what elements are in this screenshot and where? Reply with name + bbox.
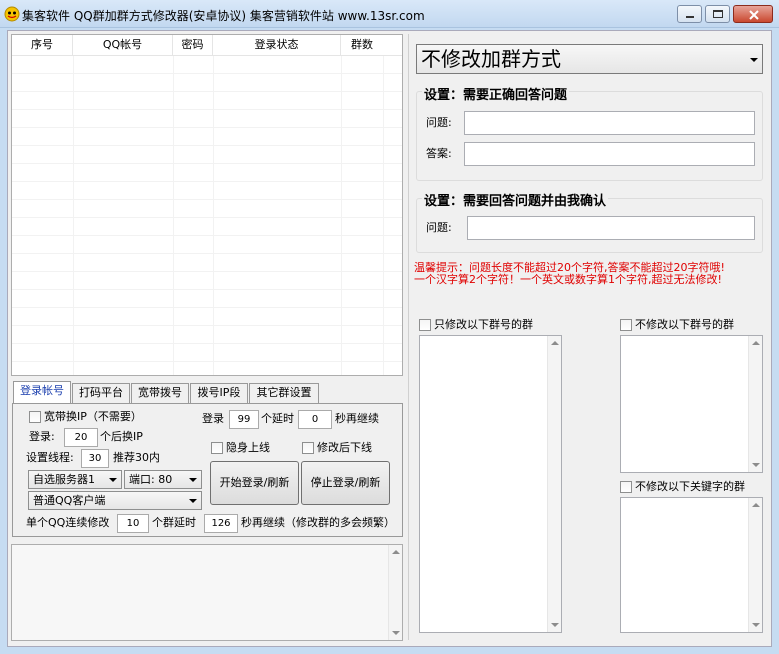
scroll-up-icon[interactable] xyxy=(752,341,760,345)
minimize-button[interactable] xyxy=(677,5,702,23)
thread-label: 设置线程: xyxy=(26,451,74,464)
column-header[interactable]: 密码 xyxy=(173,35,213,55)
scroll-up-icon[interactable] xyxy=(752,503,760,507)
only-modify-scrollbar[interactable] xyxy=(547,336,561,632)
close-button[interactable] xyxy=(733,5,773,23)
stealth-online-checkbox[interactable] xyxy=(211,442,223,454)
tab-other-group-settings[interactable]: 其它群设置 xyxy=(249,383,319,403)
login-delay-suffix: 秒再继续 xyxy=(335,412,379,425)
stop-login-button[interactable]: 停止登录/刷新 xyxy=(301,461,390,505)
server-select-value: 自选服务器1 xyxy=(33,473,95,486)
port-select[interactable]: 端口: 80 xyxy=(124,470,202,489)
per-qq-prefix: 单个QQ连续修改 xyxy=(26,516,110,529)
join-mode-select-value: 不修改加群方式 xyxy=(421,47,561,71)
confirm-question-label: 问题: xyxy=(426,221,452,234)
scroll-down-icon[interactable] xyxy=(392,631,400,635)
column-header[interactable]: 登录状态 xyxy=(213,35,341,55)
table-body[interactable] xyxy=(12,56,402,375)
client-type-select[interactable]: 普通QQ客户端 xyxy=(28,491,202,510)
per-qq-delay-input[interactable]: 126 xyxy=(204,514,238,533)
question-field[interactable] xyxy=(464,111,755,135)
app-logo-icon xyxy=(4,6,20,22)
scroll-down-icon[interactable] xyxy=(752,623,760,627)
port-select-value: 端口: 80 xyxy=(129,473,173,486)
thread-hint: 推荐30内 xyxy=(113,451,160,464)
only-modify-list[interactable] xyxy=(419,335,562,633)
minimize-icon xyxy=(686,16,694,18)
close-icon xyxy=(749,10,759,20)
answer-label: 答案: xyxy=(426,147,452,160)
broadband-ip-label: 宽带换IP（不需要） xyxy=(44,410,142,423)
exclude-groups-label: 不修改以下群号的群 xyxy=(635,318,734,331)
login-delay-label: 个延时 xyxy=(261,412,294,425)
answer-question-title: 设置：需要正确回答问题 xyxy=(422,84,570,103)
server-select[interactable]: 自选服务器1 xyxy=(28,470,122,489)
chevron-down-icon xyxy=(750,58,758,62)
per-qq-mid-label: 个群延时 xyxy=(152,516,196,529)
maximize-icon xyxy=(713,10,723,18)
logout-after-checkbox[interactable] xyxy=(302,442,314,454)
exclude-keyword-label: 不修改以下关键字的群 xyxy=(635,480,745,493)
thread-count-input[interactable]: 30 xyxy=(81,449,109,468)
account-table[interactable]: 序号 QQ帐号 密码 登录状态 群数 xyxy=(11,34,403,376)
confirm-question-field[interactable] xyxy=(467,216,755,240)
exclude-groups-list[interactable] xyxy=(620,335,763,473)
login-prefix-label: 登录 xyxy=(202,412,224,425)
scroll-up-icon[interactable] xyxy=(551,341,559,345)
warning-line-2: 一个汉字算2个字符！一个英文或数字算1个字符,超过无法修改! xyxy=(414,273,722,286)
tab-dial-ip-range[interactable]: 拨号IP段 xyxy=(190,383,248,403)
confirm-question-title: 设置：需要回答问题并由我确认 xyxy=(422,190,609,209)
maximize-button[interactable] xyxy=(705,5,730,23)
column-header[interactable]: 序号 xyxy=(12,35,73,55)
title-bar[interactable]: 集客软件 QQ群加群方式修改器(安卓协议) 集客营销软件站 www.13sr.c… xyxy=(0,0,779,28)
start-login-button[interactable]: 开始登录/刷新 xyxy=(210,461,299,505)
per-qq-count-input[interactable]: 10 xyxy=(117,514,149,533)
login-delay-input[interactable]: 0 xyxy=(298,410,332,429)
table-header: 序号 QQ帐号 密码 登录状态 群数 xyxy=(12,35,402,56)
answer-question-group xyxy=(416,91,763,181)
switch-ip-suffix: 个后换IP xyxy=(100,430,143,443)
scroll-down-icon[interactable] xyxy=(551,623,559,627)
exclude-groups-checkbox[interactable] xyxy=(620,319,632,331)
question-label: 问题: xyxy=(426,116,452,129)
switch-ip-count-input[interactable]: 20 xyxy=(64,428,98,447)
tab-broadband-dial[interactable]: 宽带拨号 xyxy=(131,383,189,403)
broadband-ip-checkbox[interactable] xyxy=(29,411,41,423)
exclude-keyword-list[interactable] xyxy=(620,497,763,633)
client-type-select-value: 普通QQ客户端 xyxy=(33,494,106,507)
stealth-online-label: 隐身上线 xyxy=(226,441,270,454)
answer-field[interactable] xyxy=(464,142,755,166)
switch-ip-prefix: 登录: xyxy=(29,430,55,443)
column-header[interactable]: QQ帐号 xyxy=(73,35,173,55)
tab-login-account[interactable]: 登录帐号 xyxy=(13,381,71,403)
exclude-groups-scrollbar[interactable] xyxy=(748,336,762,472)
only-modify-label: 只修改以下群号的群 xyxy=(434,318,533,331)
window-title: 集客软件 QQ群加群方式修改器(安卓协议) 集客营销软件站 www.13sr.c… xyxy=(22,9,425,23)
join-mode-select[interactable]: 不修改加群方式 xyxy=(416,44,763,74)
per-qq-suffix: 秒再继续（修改群的多会频繁） xyxy=(241,516,395,529)
log-scrollbar[interactable] xyxy=(388,545,402,640)
exclude-keyword-scrollbar[interactable] xyxy=(748,498,762,632)
scroll-down-icon[interactable] xyxy=(752,463,760,467)
column-header[interactable]: 群数 xyxy=(341,35,383,55)
tab-captcha-platform[interactable]: 打码平台 xyxy=(72,383,130,403)
chevron-down-icon xyxy=(189,478,197,482)
scroll-up-icon[interactable] xyxy=(392,550,400,554)
chevron-down-icon xyxy=(189,499,197,503)
logout-after-label: 修改后下线 xyxy=(317,441,372,454)
log-box[interactable] xyxy=(11,544,403,641)
exclude-keyword-checkbox[interactable] xyxy=(620,481,632,493)
chevron-down-icon xyxy=(109,478,117,482)
only-modify-checkbox[interactable] xyxy=(419,319,431,331)
login-count-input[interactable]: 99 xyxy=(229,410,259,429)
divider xyxy=(408,34,409,640)
